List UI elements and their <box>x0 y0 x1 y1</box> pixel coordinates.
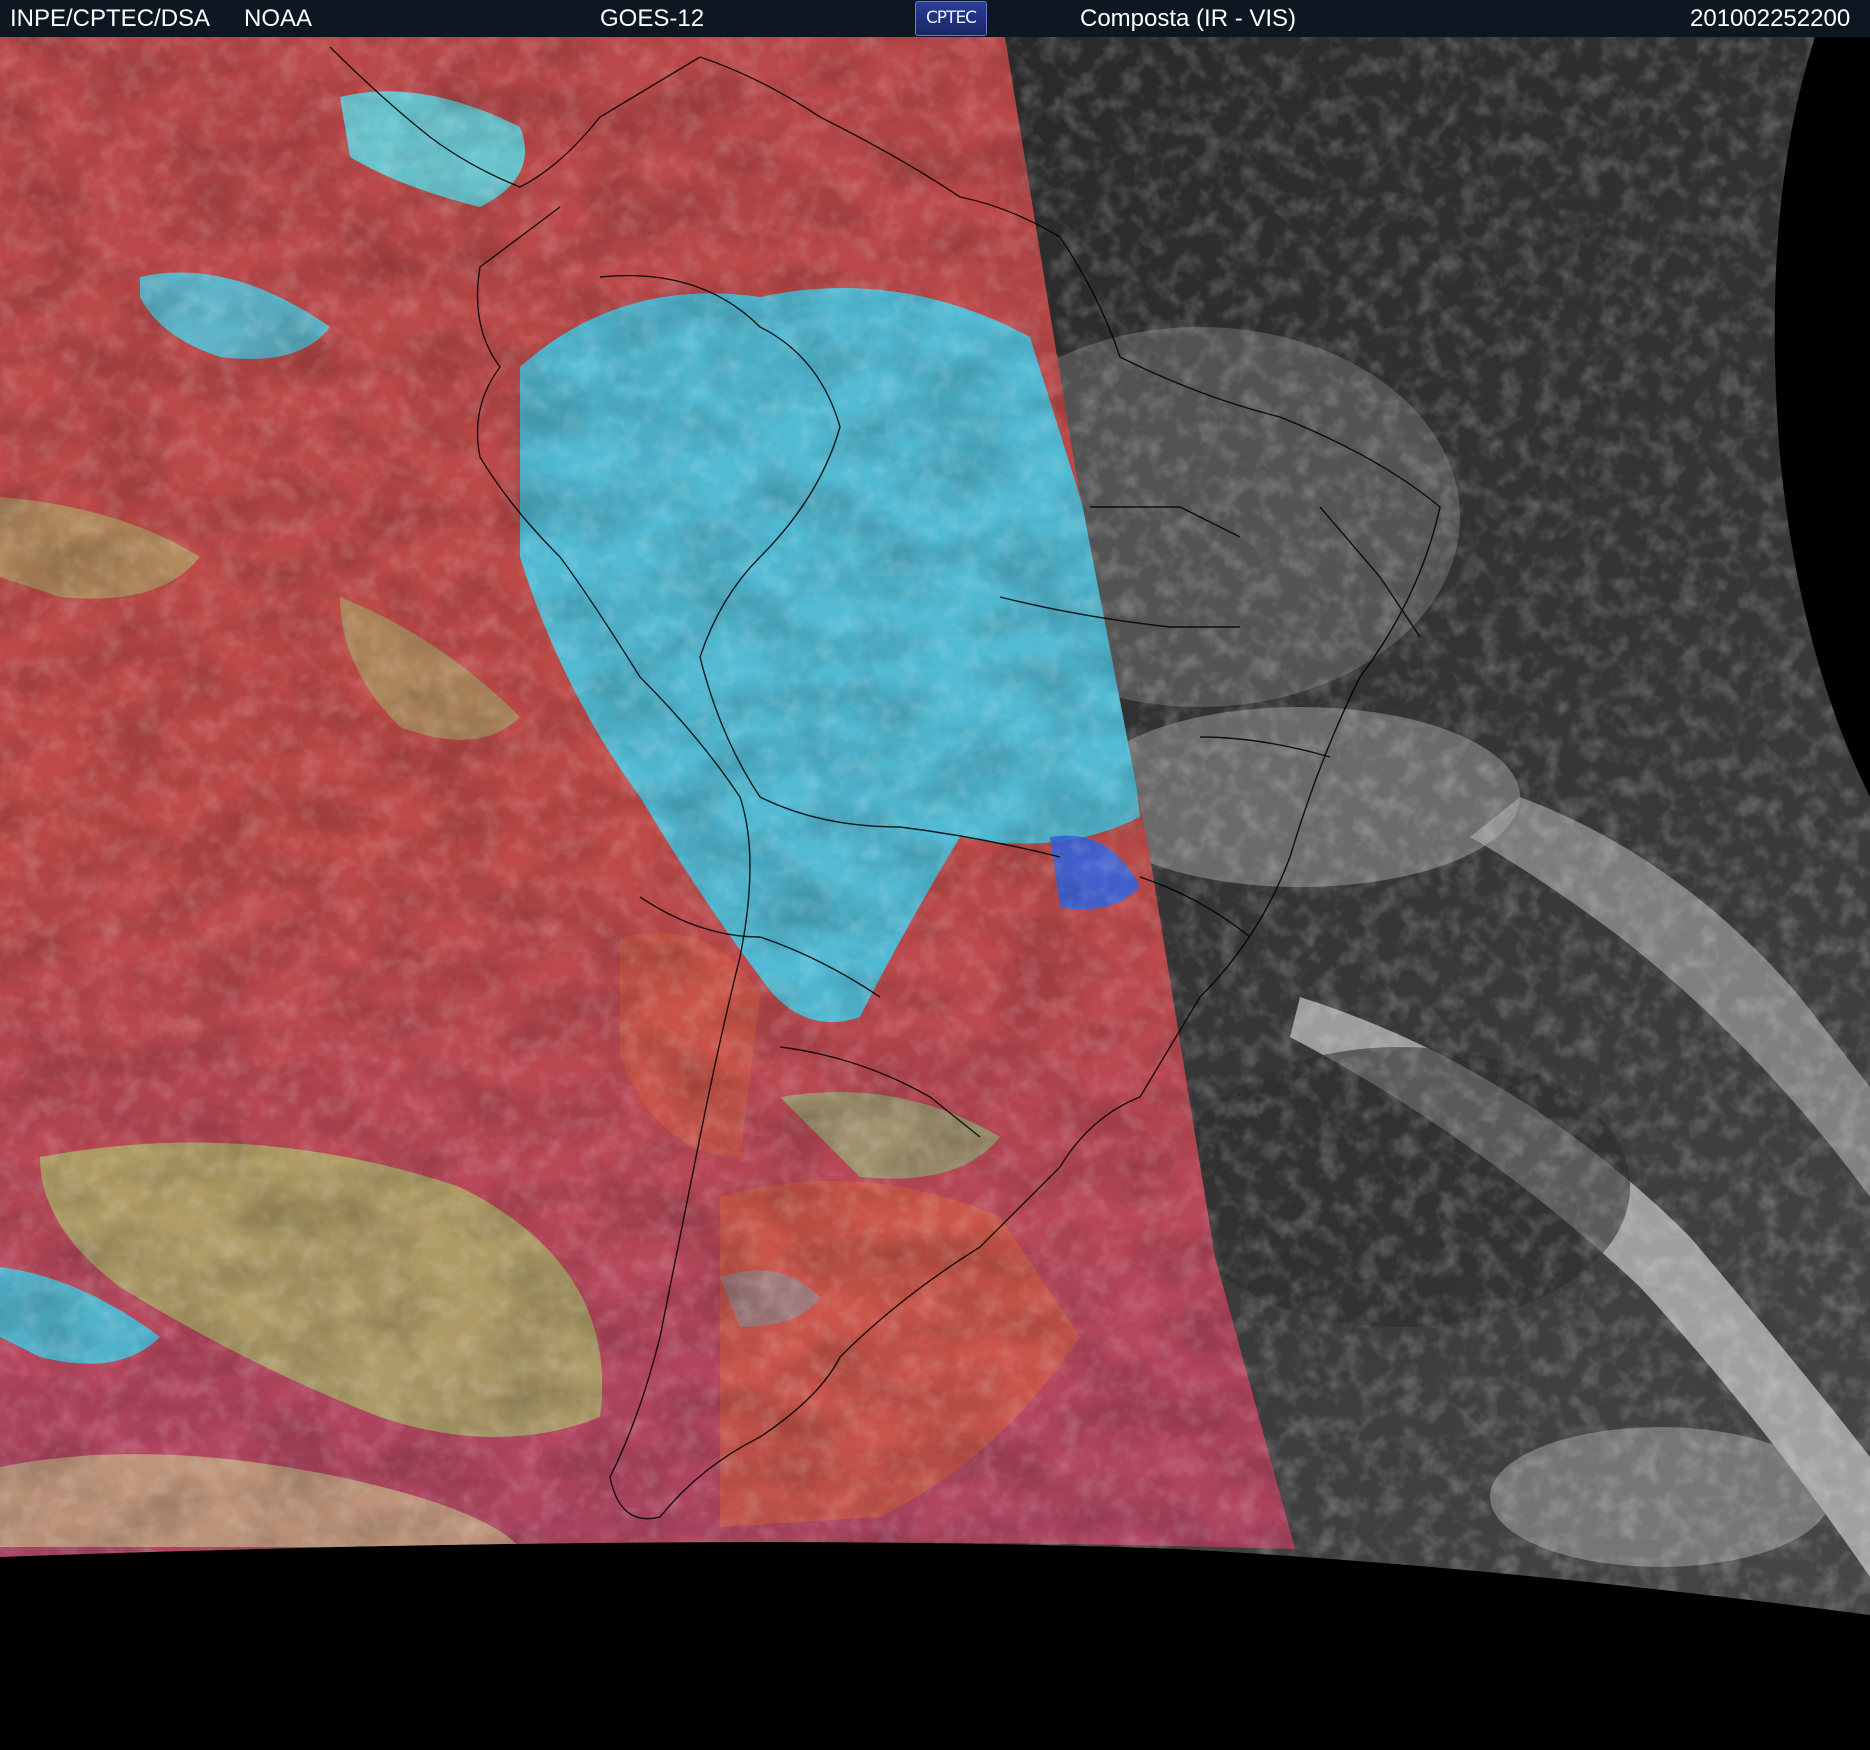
cptec-logo: CPTEC <box>915 1 987 36</box>
product-label: Composta (IR - VIS) <box>1080 5 1297 32</box>
satellite-label: GOES-12 <box>600 5 705 32</box>
source-label: INPE/CPTEC/DSA <box>10 5 211 32</box>
image-header: INPE/CPTEC/DSA NOAA GOES-12 CPTEC Compos… <box>0 0 1870 37</box>
agency-label: NOAA <box>244 5 313 32</box>
satellite-composite-image <box>0 37 1870 1750</box>
timestamp-label: 201002252200 <box>1690 5 1851 32</box>
